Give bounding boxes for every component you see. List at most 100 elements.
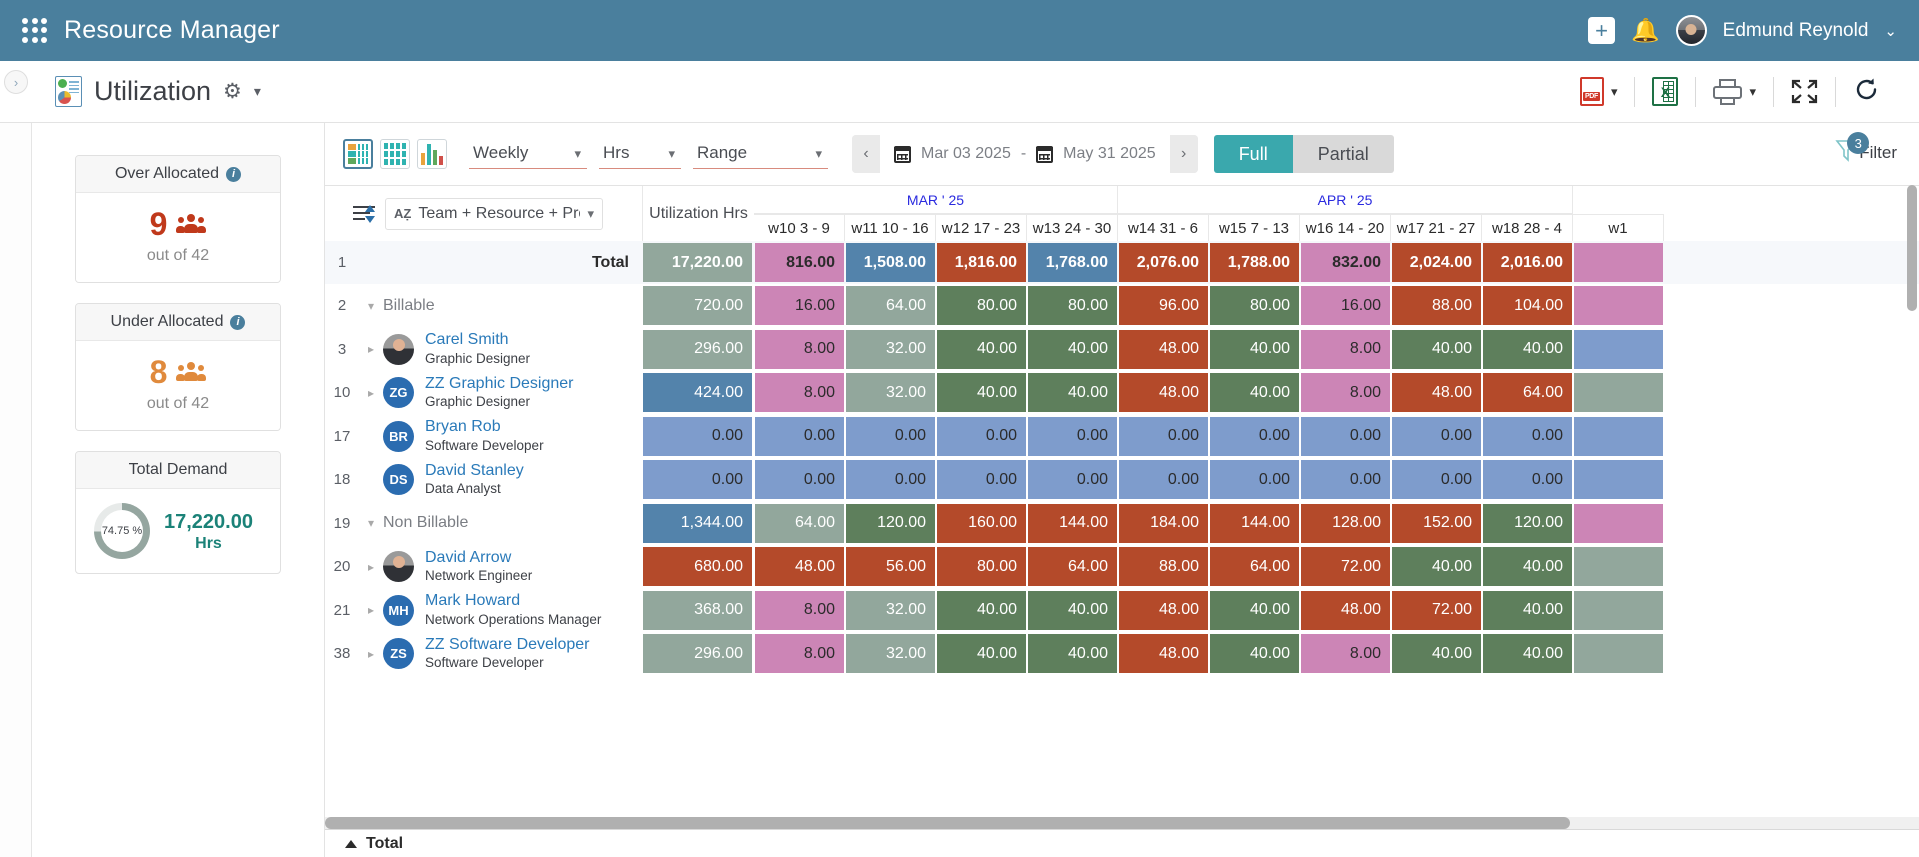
info-icon[interactable]: i	[230, 315, 245, 330]
expand-arrow-icon[interactable]: ▸	[359, 342, 383, 356]
gear-icon[interactable]: ⚙	[223, 79, 242, 104]
value-cell[interactable]: 8.00	[1301, 634, 1390, 673]
value-cell[interactable]: 40.00	[1483, 634, 1572, 673]
value-cell[interactable]: 2,076.00	[1119, 243, 1208, 282]
week-header[interactable]: w11 10 - 16	[845, 214, 936, 241]
scrollbar-thumb[interactable]	[325, 817, 1570, 829]
view-chart-button[interactable]	[417, 139, 447, 169]
value-cell[interactable]: 64.00	[846, 286, 935, 325]
value-cell[interactable]: 8.00	[1301, 330, 1390, 369]
date-next-button[interactable]: ›	[1170, 135, 1198, 173]
value-cell[interactable]: 32.00	[846, 591, 935, 630]
value-cell[interactable]: 16.00	[755, 286, 844, 325]
value-cell[interactable]: 40.00	[937, 373, 1026, 412]
fullscreen-button[interactable]	[1774, 79, 1835, 104]
value-cell[interactable]: 40.00	[1028, 591, 1117, 630]
value-cell[interactable]: 0.00	[1028, 460, 1117, 499]
view-split-button[interactable]	[343, 139, 373, 169]
value-cell[interactable]: 104.00	[1483, 286, 1572, 325]
value-cell[interactable]: 88.00	[1119, 547, 1208, 586]
value-cell[interactable]: 40.00	[1483, 591, 1572, 630]
value-cell[interactable]: 16.00	[1301, 286, 1390, 325]
info-icon[interactable]: i	[226, 167, 241, 182]
value-cell[interactable]	[1574, 243, 1663, 282]
week-header[interactable]: w12 17 - 23	[936, 214, 1027, 241]
value-cell[interactable]: 80.00	[1028, 286, 1117, 325]
value-cell[interactable]: 40.00	[1210, 634, 1299, 673]
value-cell[interactable]: 64.00	[1483, 373, 1572, 412]
resource-name[interactable]: David Arrow	[425, 549, 532, 567]
table-row[interactable]: 2▾Billable720.0016.0064.0080.0080.0096.0…	[325, 284, 1919, 328]
resource-name[interactable]: Carel Smith	[425, 331, 530, 349]
resource-name[interactable]: David Stanley	[425, 462, 524, 480]
value-cell[interactable]	[1574, 547, 1663, 586]
expand-arrow-icon[interactable]: ▸	[359, 386, 383, 400]
value-cell[interactable]: 64.00	[1210, 547, 1299, 586]
utilization-total-cell[interactable]: 296.00	[643, 330, 752, 369]
chevron-down-icon[interactable]: ▾	[1611, 84, 1618, 100]
utilization-total-cell[interactable]: 296.00	[643, 634, 752, 673]
value-cell[interactable]: 40.00	[1210, 330, 1299, 369]
chevron-down-icon[interactable]: ▾	[1749, 84, 1756, 100]
value-cell[interactable]: 0.00	[846, 417, 935, 456]
value-cell[interactable]: 48.00	[1119, 330, 1208, 369]
resource-name[interactable]: Bryan Rob	[425, 418, 544, 436]
horizontal-scrollbar[interactable]	[325, 817, 1919, 829]
value-cell[interactable]: 96.00	[1119, 286, 1208, 325]
value-cell[interactable]: 40.00	[1392, 634, 1481, 673]
value-cell[interactable]: 8.00	[755, 634, 844, 673]
value-cell[interactable]: 120.00	[846, 504, 935, 543]
value-cell[interactable]: 64.00	[1028, 547, 1117, 586]
export-pdf-button[interactable]: PDF ▾	[1563, 77, 1635, 106]
value-cell[interactable]: 40.00	[1210, 373, 1299, 412]
date-to-field[interactable]: May 31 2025	[1063, 145, 1156, 163]
value-cell[interactable]: 0.00	[846, 460, 935, 499]
utilization-total-cell[interactable]: 0.00	[643, 460, 752, 499]
apps-grid-icon[interactable]	[22, 18, 48, 44]
value-cell[interactable]: 120.00	[1483, 504, 1572, 543]
value-cell[interactable]: 72.00	[1301, 547, 1390, 586]
filter-button[interactable]: 3 Filter	[1835, 137, 1897, 163]
avatar[interactable]	[1676, 15, 1707, 46]
table-row[interactable]: 20▸David ArrowNetwork Engineer680.0048.0…	[325, 545, 1919, 589]
calendar-icon[interactable]	[1036, 146, 1053, 163]
table-row[interactable]: 18DSDavid StanleyData Analyst0.000.000.0…	[325, 458, 1919, 502]
footer-total-bar[interactable]: Total	[325, 829, 1919, 857]
value-cell[interactable]: 40.00	[937, 591, 1026, 630]
value-cell[interactable]: 40.00	[1483, 330, 1572, 369]
date-from-field[interactable]: Mar 03 2025	[921, 145, 1011, 163]
value-cell[interactable]	[1574, 417, 1663, 456]
value-cell[interactable]: 0.00	[1392, 417, 1481, 456]
week-header[interactable]: w14 31 - 6	[1118, 214, 1209, 241]
value-cell[interactable]: 0.00	[1210, 417, 1299, 456]
date-prev-button[interactable]: ‹	[852, 135, 880, 173]
value-cell[interactable]	[1574, 634, 1663, 673]
table-row[interactable]: 19▾Non Billable1,344.0064.00120.00160.00…	[325, 502, 1919, 546]
value-cell[interactable]: 80.00	[1210, 286, 1299, 325]
value-cell[interactable]: 0.00	[1028, 417, 1117, 456]
group-by-select[interactable]: AẒ Team + Resource + Proj... ▾	[385, 198, 603, 230]
value-cell[interactable]	[1574, 286, 1663, 325]
value-cell[interactable]: 0.00	[1301, 417, 1390, 456]
value-cell[interactable]: 2,016.00	[1483, 243, 1572, 282]
value-cell[interactable]	[1574, 330, 1663, 369]
value-cell[interactable]: 48.00	[1301, 591, 1390, 630]
value-cell[interactable]	[1574, 504, 1663, 543]
value-cell[interactable]: 40.00	[1028, 634, 1117, 673]
view-grid-button[interactable]	[380, 139, 410, 169]
value-cell[interactable]: 80.00	[937, 547, 1026, 586]
value-cell[interactable]: 48.00	[1119, 373, 1208, 412]
value-cell[interactable]: 32.00	[846, 330, 935, 369]
value-cell[interactable]: 144.00	[1028, 504, 1117, 543]
chevron-down-icon[interactable]: ▾	[254, 83, 261, 100]
table-row[interactable]: 10▸ZGZZ Graphic DesignerGraphic Designer…	[325, 371, 1919, 415]
value-cell[interactable]: 0.00	[755, 417, 844, 456]
week-header[interactable]: w13 24 - 30	[1027, 214, 1118, 241]
value-cell[interactable]: 72.00	[1392, 591, 1481, 630]
value-cell[interactable]: 832.00	[1301, 243, 1390, 282]
value-cell[interactable]: 32.00	[846, 373, 935, 412]
value-cell[interactable]: 80.00	[937, 286, 1026, 325]
add-button[interactable]: +	[1588, 17, 1615, 44]
value-cell[interactable]: 1,816.00	[937, 243, 1026, 282]
value-cell[interactable]: 40.00	[937, 634, 1026, 673]
